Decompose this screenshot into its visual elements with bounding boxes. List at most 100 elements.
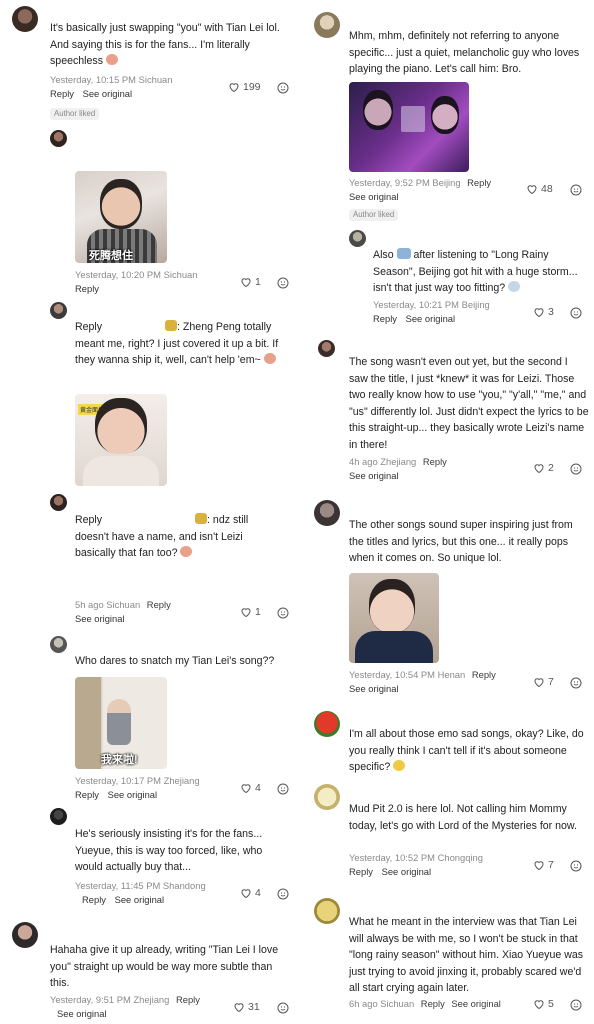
see-original-button[interactable]: See original <box>349 470 399 481</box>
see-original-button[interactable]: See original <box>108 789 158 800</box>
like-button[interactable]: 199 <box>228 81 261 93</box>
react-emoji-icon[interactable] <box>570 677 582 689</box>
mention[interactable]: : Zheng Peng <box>177 321 241 333</box>
video-screenshot-image[interactable] <box>349 82 469 172</box>
like-button[interactable]: 7 <box>533 676 554 688</box>
react-emoji-icon[interactable] <box>277 1002 289 1014</box>
like-button[interactable]: 3 <box>533 306 554 318</box>
reply-button[interactable]: Reply <box>467 177 491 188</box>
react-emoji-icon[interactable] <box>570 860 582 872</box>
react-emoji-icon[interactable] <box>277 607 289 619</box>
like-button[interactable]: 4 <box>240 887 261 899</box>
see-original-button[interactable]: See original <box>451 998 501 1009</box>
reply-button[interactable]: Reply <box>421 998 445 1009</box>
react-emoji-icon[interactable] <box>277 277 289 289</box>
heart-icon <box>534 464 544 474</box>
comment-meta: Yesterday, 10:54 PM Henan Reply <box>349 669 496 680</box>
sticker-image[interactable]: 我来啦! <box>75 677 167 769</box>
sticker-image[interactable]: 黄金面相 <box>75 394 167 486</box>
like-button[interactable]: 31 <box>233 1001 260 1013</box>
like-button[interactable]: 5 <box>533 998 554 1010</box>
avatar[interactable] <box>50 494 67 511</box>
comment-meta: Yesterday, 10:15 PM Sichuan <box>50 74 173 85</box>
like-button[interactable]: 4 <box>240 782 261 794</box>
reply-button[interactable]: Reply <box>472 669 496 680</box>
reply-button[interactable]: Reply <box>349 866 373 877</box>
reply-button[interactable]: Reply <box>75 283 99 294</box>
heart-icon <box>534 308 544 318</box>
see-original-button[interactable]: See original <box>57 1008 107 1019</box>
react-emoji-icon[interactable] <box>570 184 582 196</box>
reply-button[interactable]: Reply <box>75 789 99 800</box>
comment-actions: See original <box>349 191 405 203</box>
grimace-emoji-icon <box>393 760 406 771</box>
comment-text: It's basically just swapping "you" with … <box>50 22 280 67</box>
avatar[interactable] <box>314 711 340 737</box>
comment-meta: Yesterday, 9:51 PM Zhejiang Reply <box>50 994 200 1005</box>
react-emoji-icon[interactable] <box>570 307 582 319</box>
sticker-image[interactable]: 死腾想住 <box>75 171 167 263</box>
reply-button[interactable]: Reply <box>373 313 397 324</box>
see-original-button[interactable]: See original <box>382 866 432 877</box>
corn-emoji-icon <box>165 320 178 331</box>
comment-actions: See original <box>75 613 131 625</box>
avatar[interactable] <box>50 302 67 319</box>
comment-text: Reply : Zheng Peng totally meant me, rig… <box>75 320 279 366</box>
reply-button[interactable]: Reply <box>423 456 447 467</box>
heart-icon <box>229 83 239 93</box>
react-emoji-icon[interactable] <box>277 888 289 900</box>
comment-actions: Reply See original <box>75 789 163 801</box>
avatar[interactable] <box>50 636 67 653</box>
avatar[interactable] <box>50 130 67 147</box>
mention[interactable]: : ndz still <box>207 514 248 526</box>
like-button[interactable]: 2 <box>533 462 554 474</box>
avatar[interactable] <box>349 230 366 247</box>
avatar[interactable] <box>314 898 340 924</box>
crying-emoji-icon <box>263 353 276 364</box>
reply-label[interactable]: Reply <box>75 514 102 526</box>
reply-button[interactable]: Reply <box>176 994 200 1005</box>
react-emoji-icon[interactable] <box>277 783 289 795</box>
crying-emoji-icon <box>180 546 193 557</box>
comment-actions: See original <box>349 470 405 482</box>
avatar[interactable] <box>314 12 340 38</box>
comment-meta: Yesterday, 10:21 PM Beijing <box>373 299 490 310</box>
see-original-button[interactable]: See original <box>83 88 133 99</box>
author-liked-badge: Author liked <box>349 209 399 221</box>
avatar[interactable] <box>314 784 340 810</box>
avatar[interactable] <box>12 922 38 948</box>
right-comment-column: Mhm, mhm, definitely not referring to an… <box>304 0 594 1024</box>
react-emoji-icon[interactable] <box>570 999 582 1011</box>
avatar[interactable] <box>318 340 335 357</box>
react-emoji-icon[interactable] <box>277 82 289 94</box>
comment-meta: Yesterday, 10:20 PM Sichuan <box>75 269 198 280</box>
heart-icon <box>241 278 251 288</box>
avatar[interactable] <box>50 808 67 825</box>
like-button[interactable]: 1 <box>240 276 261 288</box>
like-button[interactable]: 48 <box>526 183 553 195</box>
see-original-button[interactable]: See original <box>349 683 399 694</box>
like-button[interactable]: 7 <box>533 859 554 871</box>
see-original-button[interactable]: See original <box>115 894 165 905</box>
see-original-button[interactable]: See original <box>75 613 125 624</box>
see-original-button[interactable]: See original <box>406 313 456 324</box>
reply-label[interactable]: Reply <box>75 321 102 333</box>
comment-actions: Reply See original <box>373 313 461 325</box>
react-emoji-icon[interactable] <box>570 463 582 475</box>
comment-meta: Yesterday, 10:52 PM Chongqing <box>349 852 483 863</box>
reply-button[interactable]: Reply <box>147 599 171 610</box>
avatar[interactable] <box>12 6 38 32</box>
comment-text: Hahaha give it up already, writing "Tian… <box>50 944 279 989</box>
rain-cloud-emoji-icon <box>508 281 521 292</box>
like-button[interactable]: 1 <box>240 606 261 618</box>
person-figure <box>363 90 393 130</box>
reply-button[interactable]: Reply <box>82 894 106 905</box>
heart-icon <box>241 889 251 899</box>
comment-text: Reply : ndz still doesn't have a name, a… <box>75 513 249 559</box>
heart-icon <box>534 861 544 871</box>
see-original-button[interactable]: See original <box>349 191 399 202</box>
heart-icon <box>234 1003 244 1013</box>
portrait-image[interactable] <box>349 573 439 663</box>
reply-button[interactable]: Reply <box>50 88 74 99</box>
avatar[interactable] <box>314 500 340 526</box>
